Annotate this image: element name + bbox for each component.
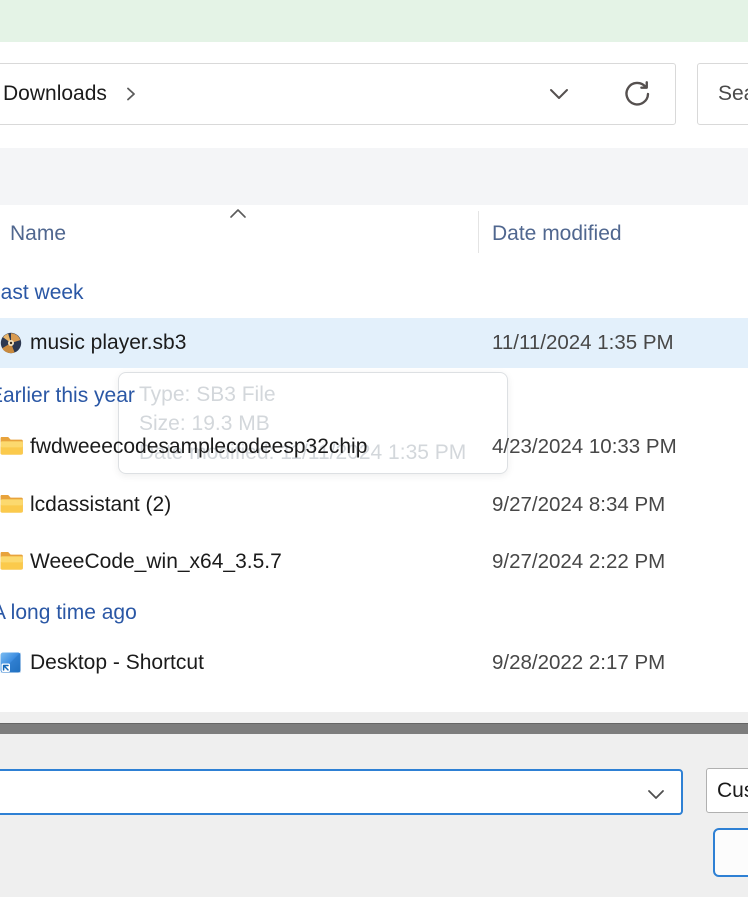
- file-type-filter-label: Cus: [717, 779, 748, 803]
- sort-ascending-caret-icon: [229, 206, 247, 224]
- filename-combobox[interactable]: [0, 769, 683, 815]
- dialog-top-accent-bar: [0, 0, 748, 42]
- file-name[interactable]: fwdweeecodesamplecodeesp32chip: [30, 422, 367, 472]
- file-date-modified: 9/28/2022 2:17 PM: [492, 638, 665, 688]
- address-dropdown-chevron-icon[interactable]: [549, 88, 569, 100]
- folder-icon: [0, 551, 22, 573]
- file-name[interactable]: WeeeCode_win_x64_3.5.7: [30, 537, 282, 587]
- open-button[interactable]: [713, 828, 748, 877]
- column-divider[interactable]: [478, 211, 479, 253]
- file-open-dialog: Downloads Sea Name Date modified Last we…: [0, 0, 748, 897]
- sb3-file-icon: [0, 332, 22, 354]
- breadcrumb-downloads[interactable]: Downloads: [3, 82, 107, 106]
- shortcut-icon: [0, 652, 22, 674]
- folder-icon: [0, 436, 22, 458]
- file-date-modified: 9/27/2024 2:22 PM: [492, 537, 665, 587]
- bottom-panel: [0, 734, 748, 897]
- filename-dropdown-chevron-icon[interactable]: [647, 787, 665, 805]
- command-bar-area: [0, 148, 748, 205]
- file-row-lcdassistant[interactable]: lcdassistant (2) 9/27/2024 8:34 PM: [0, 480, 748, 530]
- folder-icon: [0, 494, 22, 516]
- file-name[interactable]: Desktop - Shortcut: [30, 638, 204, 688]
- group-header-earlier-this-year[interactable]: Earlier this year: [0, 384, 135, 408]
- file-row-desktop-shortcut[interactable]: Desktop - Shortcut 9/28/2022 2:17 PM: [0, 638, 748, 688]
- bottom-panel-gap: [0, 712, 748, 723]
- file-type-filter-dropdown[interactable]: Cus: [706, 768, 748, 813]
- breadcrumb-chevron-right-icon[interactable]: [125, 85, 137, 103]
- file-name[interactable]: lcdassistant (2): [30, 480, 171, 530]
- file-date-modified: 9/27/2024 8:34 PM: [492, 480, 665, 530]
- search-placeholder-text: Sea: [718, 82, 748, 106]
- file-row-weeecode[interactable]: WeeeCode_win_x64_3.5.7 9/27/2024 2:22 PM: [0, 537, 748, 587]
- column-header-name[interactable]: Name: [10, 222, 66, 246]
- file-date-modified: 4/23/2024 10:33 PM: [492, 422, 677, 472]
- resize-splitter-bar[interactable]: [0, 723, 748, 734]
- file-row-music-player[interactable]: music player.sb3 11/11/2024 1:35 PM: [0, 318, 748, 368]
- filename-input[interactable]: [0, 773, 622, 813]
- group-header-a-long-time-ago[interactable]: A long time ago: [0, 601, 137, 625]
- group-header-last-week[interactable]: Last week: [0, 281, 84, 305]
- search-input[interactable]: Sea: [697, 63, 748, 125]
- file-date-modified: 11/11/2024 1:35 PM: [492, 318, 674, 368]
- address-bar[interactable]: Downloads: [0, 63, 676, 125]
- tooltip-type-line: Type: SB3 File: [139, 380, 507, 409]
- column-header-date-modified[interactable]: Date modified: [492, 222, 622, 246]
- file-row-fwdweeecode[interactable]: fwdweeecodesamplecodeesp32chip 4/23/2024…: [0, 422, 748, 472]
- file-name[interactable]: music player.sb3: [30, 318, 186, 368]
- refresh-icon[interactable]: [621, 79, 651, 109]
